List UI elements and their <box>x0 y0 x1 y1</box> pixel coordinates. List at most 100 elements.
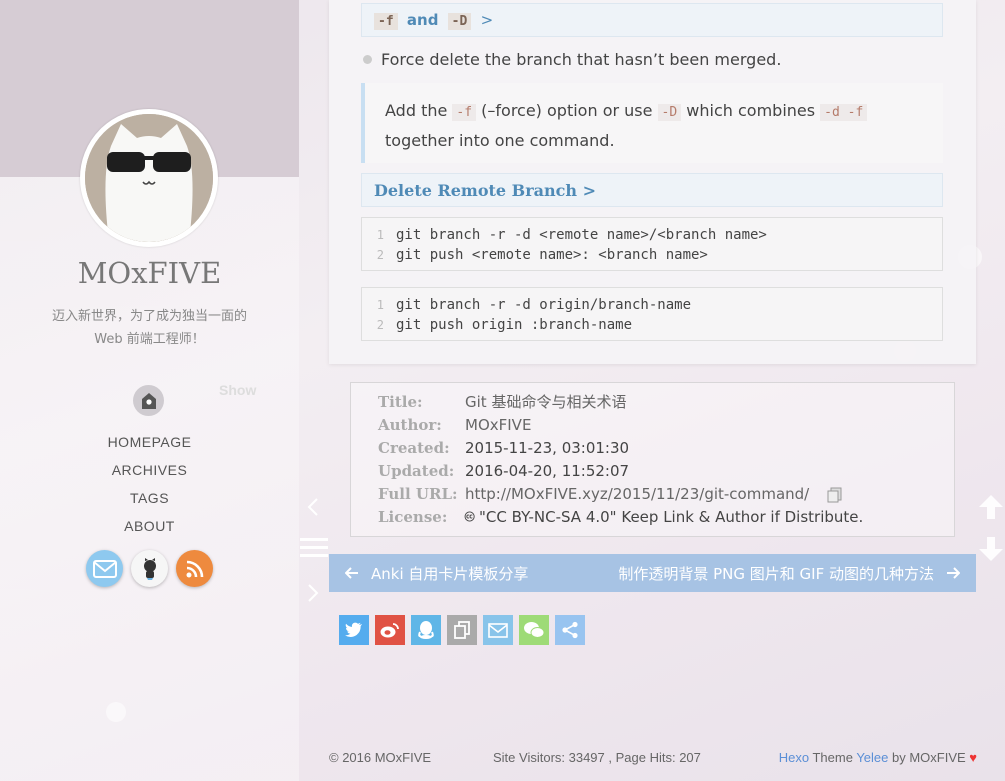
meta-label: Author: <box>378 416 442 434</box>
meta-label: Full URL: <box>378 485 458 503</box>
meta-label: Title: <box>378 393 423 411</box>
next-post-title: 制作透明背景 PNG 图片和 GIF 动图的几种方法 <box>618 564 934 583</box>
wechat-icon[interactable] <box>519 615 549 645</box>
line-number: 1 <box>376 228 384 242</box>
avatar[interactable] <box>80 109 218 247</box>
menu-icon[interactable] <box>300 537 328 563</box>
bullet-dot <box>363 55 372 64</box>
scroll-bottom-icon[interactable] <box>977 535 1005 563</box>
chevron-left-icon[interactable] <box>307 497 319 521</box>
post-meta: Title: Git 基础命令与相关术语 Author: MOxFIVE Cre… <box>350 382 955 537</box>
share-bar <box>339 615 585 645</box>
inline-code: -D <box>657 104 682 121</box>
nav-homepage[interactable]: HOMEPAGE <box>0 431 299 459</box>
mail-icon[interactable] <box>86 550 123 587</box>
quote-text: (–force) option or use <box>476 101 658 120</box>
arrow-left-icon <box>345 567 358 579</box>
list-item: Force delete the branch that hasn’t been… <box>363 50 781 69</box>
prev-post-link[interactable]: Anki 自用卡片模板分享 <box>345 563 528 584</box>
line-number: 2 <box>376 318 384 332</box>
home-badge-icon[interactable] <box>133 385 164 416</box>
nav-about[interactable]: ABOUT <box>0 515 299 543</box>
sidebar: MOxFIVE 迈入新世界，为了成为独当一面的 Web 前端工程师！ Show … <box>0 0 299 781</box>
qq-icon[interactable] <box>411 615 441 645</box>
github-icon[interactable] <box>131 550 168 587</box>
code-text: git push <remote name>: <branch name> <box>396 247 708 263</box>
twitter-icon[interactable] <box>339 615 369 645</box>
quote-text: together into one command. <box>385 131 615 150</box>
creative-commons-icon: 🅭 <box>465 508 475 526</box>
article-content: -f and -D > Force delete the branch that… <box>329 0 976 364</box>
site-description-line: Web 前端工程师！ <box>94 332 205 347</box>
list-item-text: Force delete the branch that hasn’t been… <box>381 50 782 69</box>
main-nav: HOMEPAGE ARCHIVES TAGS ABOUT <box>0 431 299 543</box>
section-heading-delete-remote[interactable]: Delete Remote Branch > <box>361 173 943 207</box>
rss-icon[interactable] <box>176 550 213 587</box>
site-description-line: 迈入新世界，为了成为独当一面的 <box>51 309 247 324</box>
next-post-link[interactable]: 制作透明背景 PNG 图片和 GIF 动图的几种方法 <box>618 563 960 584</box>
code-line: 1 git branch -r -d origin/branch-name <box>362 295 942 315</box>
meta-row-created: Created: 2015-11-23, 03:01:30 <box>378 437 954 460</box>
code-block: 1 git branch -r -d <remote name>/<branch … <box>361 217 943 271</box>
site-description: 迈入新世界，为了成为独当一面的 Web 前端工程师！ <box>30 305 269 351</box>
footer-copyright: © 2016 MOxFIVE <box>329 750 432 765</box>
prev-post-title: Anki 自用卡片模板分享 <box>371 564 529 583</box>
meta-author: MOxFIVE <box>465 416 532 434</box>
social-links <box>86 550 213 587</box>
heart-icon: ♥ <box>969 750 977 765</box>
arrow-right-icon <box>947 567 960 579</box>
heading-arrow: > <box>480 11 494 29</box>
meta-license: 🅭 "CC BY-NC-SA 4.0" Keep Link & Author i… <box>465 506 863 529</box>
code-text: git branch -r -d <remote name>/<branch n… <box>396 227 767 243</box>
footer-by-text: by MOxFIVE <box>888 750 970 765</box>
inline-code: -f <box>374 13 398 30</box>
footer-theme-text: Theme <box>809 750 857 765</box>
show-toggle[interactable]: Show <box>219 382 256 398</box>
footer-credits: Hexo Theme Yelee by MOxFIVE ♥ <box>779 750 977 765</box>
email-icon[interactable] <box>483 615 513 645</box>
meta-created: 2015-11-23, 03:01:30 <box>465 439 630 457</box>
code-text: git branch -r -d origin/branch-name <box>396 297 692 313</box>
hexo-link[interactable]: Hexo <box>779 750 809 765</box>
license-text[interactable]: "CC BY-NC-SA 4.0" Keep Link & Author if … <box>479 508 863 526</box>
meta-label: License: <box>378 508 448 526</box>
footer-stats: Site Visitors: 33497 , Page Hits: 207 <box>493 750 701 765</box>
inline-code: -f <box>452 104 477 121</box>
line-number: 1 <box>376 298 384 312</box>
chevron-right-icon[interactable] <box>307 583 319 607</box>
code-line: 2 git push origin :branch-name <box>362 315 942 335</box>
meta-row-title: Title: Git 基础命令与相关术语 <box>378 391 954 414</box>
code-block: 1 git branch -r -d origin/branch-name 2 gi… <box>361 287 943 341</box>
copy-icon[interactable] <box>827 483 843 506</box>
nav-tags[interactable]: TAGS <box>0 487 299 515</box>
cat-avatar-icon <box>85 114 213 242</box>
meta-row-url: Full URL: http://MOxFIVE.xyz/2015/11/23/… <box>378 483 954 506</box>
blockquote: Add the -f (–force) option or use -D whi… <box>361 83 943 163</box>
meta-title: Git 基础命令与相关术语 <box>465 393 627 411</box>
heading-word: and <box>406 11 439 29</box>
quote-text: Add the <box>385 101 453 120</box>
code-text: git push origin :branch-name <box>396 317 633 333</box>
post-navigation: Anki 自用卡片模板分享 制作透明背景 PNG 图片和 GIF 动图的几种方法 <box>329 554 976 592</box>
section-heading-force: -f and -D > <box>361 3 943 37</box>
weibo-icon[interactable] <box>375 615 405 645</box>
meta-row-license: License: 🅭 "CC BY-NC-SA 4.0" Keep Link &… <box>378 506 954 529</box>
quote-text: which combines <box>681 101 821 120</box>
meta-row-updated: Updated: 2016-04-20, 11:52:07 <box>378 460 954 483</box>
post-url-link[interactable]: http://MOxFIVE.xyz/2015/11/23/git-comman… <box>465 483 809 506</box>
site-title[interactable]: MOxFIVE <box>0 256 299 290</box>
yelee-link[interactable]: Yelee <box>856 750 888 765</box>
meta-label: Created: <box>378 439 450 457</box>
share-icon[interactable] <box>555 615 585 645</box>
code-line: 2 git push <remote name>: <branch name> <box>362 245 942 265</box>
meta-label: Updated: <box>378 462 455 480</box>
line-number: 2 <box>376 248 384 262</box>
inline-code: -d -f <box>820 104 868 121</box>
inline-code: -D <box>447 13 472 30</box>
meta-row-author: Author: MOxFIVE <box>378 414 954 437</box>
code-line: 1 git branch -r -d <remote name>/<branch … <box>362 225 942 245</box>
nav-archives[interactable]: ARCHIVES <box>0 459 299 487</box>
copy-link-icon[interactable] <box>447 615 477 645</box>
meta-updated: 2016-04-20, 11:52:07 <box>465 462 630 480</box>
scroll-top-icon[interactable] <box>977 493 1005 521</box>
